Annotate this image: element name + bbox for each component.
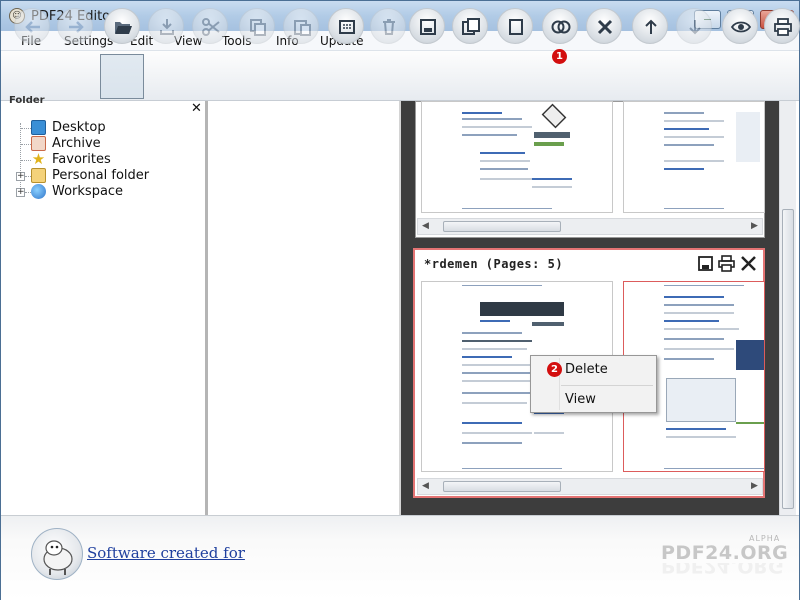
close-doc-button[interactable] (586, 8, 622, 44)
forward-button[interactable] (57, 8, 93, 44)
scroll-left-icon[interactable]: ◀ (422, 481, 429, 491)
scroll-right-icon[interactable]: ▶ (751, 221, 758, 231)
paste-button[interactable] (283, 8, 319, 44)
tree-item-personal-folder[interactable]: Personal folder (52, 168, 149, 184)
print-button[interactable] (764, 8, 800, 44)
back-arrow-icon (25, 21, 40, 33)
step-badge-2: 2 (547, 362, 562, 377)
diamond-graphic-icon (541, 103, 567, 129)
print-icon[interactable] (718, 255, 735, 272)
scissors-icon (202, 18, 220, 36)
move-up-button[interactable] (632, 8, 668, 44)
copy-button[interactable] (239, 8, 275, 44)
save-button[interactable] (409, 8, 445, 44)
archive-icon (31, 136, 46, 151)
import-button[interactable] (148, 8, 184, 44)
brand-logo-reflection: PDF24.ORG (661, 563, 784, 577)
scrollbar-thumb[interactable] (443, 221, 561, 232)
star-icon: ★ (31, 150, 46, 168)
close-icon[interactable] (740, 255, 757, 272)
page-thumbnail[interactable] (623, 101, 765, 213)
document-title: *rdemen (Pages: 5) (424, 257, 564, 271)
scrollbar-thumb[interactable] (782, 209, 794, 509)
folder-icon (31, 168, 46, 183)
open-folder-icon (115, 22, 132, 34)
tree-item-desktop[interactable]: Desktop (52, 120, 106, 136)
copy-icon (250, 19, 266, 36)
scroll-left-icon[interactable]: ◀ (422, 221, 429, 231)
menu-separator (561, 385, 653, 386)
file-list-panel[interactable] (211, 101, 401, 515)
trash-icon (383, 19, 395, 35)
delete-button[interactable] (370, 8, 406, 44)
eye-icon (731, 21, 751, 33)
tree-item-favorites[interactable]: Favorites (52, 152, 111, 168)
tree-branch (21, 128, 31, 129)
horizontal-scrollbar[interactable]: ◀ ▶ (417, 218, 763, 235)
scrollbar-thumb[interactable] (443, 481, 561, 492)
context-menu-view[interactable]: View (565, 392, 596, 407)
folder-panel-title: Folder (9, 96, 45, 104)
desktop-icon (31, 120, 46, 135)
blank-page-icon (509, 19, 523, 35)
save-icon[interactable] (697, 255, 714, 272)
globe-icon (31, 184, 46, 199)
cut-button[interactable] (192, 8, 228, 44)
expand-personal-folder-button[interactable]: + (16, 172, 25, 181)
tree-branch (21, 160, 31, 161)
tree-item-archive[interactable]: Archive (52, 136, 101, 152)
print-icon (774, 18, 792, 36)
toolbar-selected-frame (100, 54, 144, 99)
blank-page-button[interactable] (497, 8, 533, 44)
save-icon (420, 19, 436, 35)
scroll-right-icon[interactable]: ▶ (751, 481, 758, 491)
close-x-icon (597, 19, 613, 35)
step-badge-1: 1 (552, 49, 567, 64)
software-created-for-link[interactable]: Software created for (87, 544, 245, 562)
tree-branch (21, 144, 31, 145)
save-as-button[interactable] (452, 8, 488, 44)
back-button[interactable] (14, 8, 50, 44)
import-icon (160, 19, 174, 35)
expand-workspace-button[interactable]: + (16, 188, 25, 197)
paste-icon (294, 20, 311, 36)
merge-button[interactable] (542, 8, 578, 44)
vertical-scrollbar[interactable] (779, 101, 796, 515)
select-all-icon (339, 20, 355, 34)
move-down-button[interactable] (676, 8, 712, 44)
mascot-sheep-icon (31, 528, 83, 580)
merge-icon (551, 20, 571, 34)
folder-panel-close-button[interactable]: ✕ (191, 101, 202, 116)
forward-arrow-icon (69, 21, 84, 33)
save-as-icon (462, 18, 480, 35)
tree-item-workspace[interactable]: Workspace (52, 184, 123, 200)
brand-logo-text: PDF24.ORG (661, 542, 789, 564)
page-thumbnail[interactable] (421, 101, 613, 213)
move-up-icon (645, 19, 657, 34)
context-menu-delete[interactable]: Delete (565, 362, 608, 377)
context-menu: 2 Delete View (530, 355, 657, 413)
app-window: ☺ PDF24 Editor − □ ✕ File Settings Edit … (0, 0, 800, 600)
horizontal-scrollbar[interactable]: ◀ ▶ (417, 478, 763, 495)
move-down-icon (689, 20, 701, 35)
preview-button[interactable] (722, 8, 758, 44)
open-button[interactable] (104, 8, 140, 44)
select-all-button[interactable] (328, 8, 364, 44)
